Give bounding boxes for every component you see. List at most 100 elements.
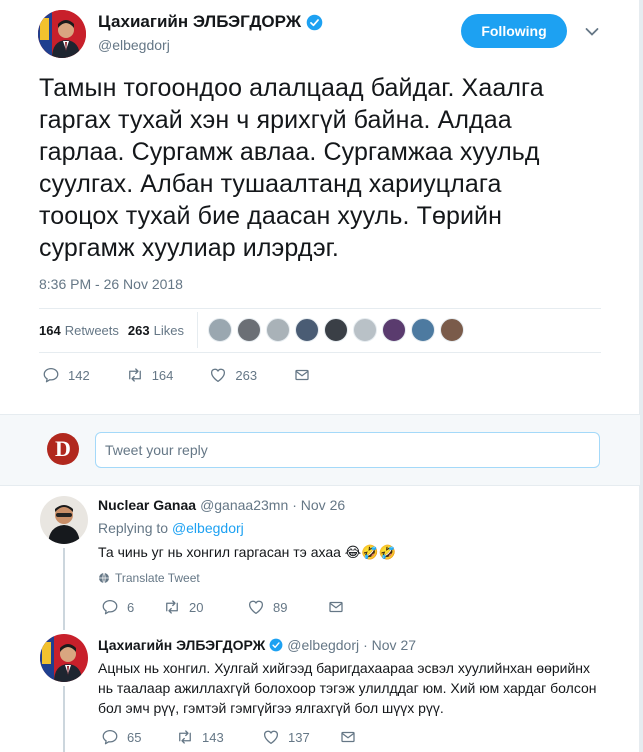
reply-author-name[interactable]: Цахиагийн ЭЛБЭГДОРЖ: [98, 637, 265, 653]
retweets-label: Retweets: [64, 322, 119, 338]
replying-to: Replying to @elbegdorj: [98, 518, 244, 538]
reply-icon: [43, 367, 59, 383]
reply-button[interactable]: 65: [101, 728, 176, 746]
chevron-down-icon: [585, 28, 599, 36]
divider: [39, 352, 601, 353]
heart-icon: [248, 600, 264, 615]
retweets-stat[interactable]: 164 Retweets: [39, 323, 119, 338]
reply-tweet[interactable]: Цахиагийн ЭЛБЭГДОРЖ @elbegdorj · Nov 27 …: [0, 620, 640, 752]
like-count: 89: [273, 599, 288, 615]
like-count: 263: [235, 367, 258, 383]
reply-text: Та чинь уг нь хонгил гаргасан тэ ахаа 😂🤣…: [98, 544, 397, 560]
reply-text: Ацных нь хонгил. Хулгай хийгээд баригдах…: [98, 658, 618, 718]
reply-count: 65: [127, 729, 142, 745]
retweet-count: 143: [202, 729, 224, 745]
retweets-count: 164: [39, 322, 61, 338]
reply-button[interactable]: 6: [101, 598, 163, 616]
reply-text-line: Ацных нь хонгил. Хулгай хийгээд баригдах…: [98, 660, 591, 676]
reply-count: 142: [68, 367, 90, 383]
globe-icon: [99, 572, 109, 584]
reply-count: 6: [127, 599, 135, 615]
verified-badge-icon: [269, 638, 283, 652]
tweet-timestamp[interactable]: 8:36 PM - 26 Nov 2018: [39, 276, 183, 292]
retweet-button[interactable]: 164: [126, 366, 174, 384]
tweet-text-line: тооцох тухай бие даасан хууль. Төрийн: [39, 202, 503, 230]
tweet-text-line: гарлаа. Сургамж авлаа. Сургамжаа хуульд: [39, 138, 540, 166]
tweet-actions: 142 164 263: [42, 366, 347, 384]
author-name-block: Цахиагийн ЭЛБЭГДОРЖ @elbegdorj: [98, 12, 323, 53]
thread-line: [63, 620, 65, 630]
thread-line: [63, 686, 65, 752]
liker-avatar[interactable]: [381, 318, 406, 342]
like-button[interactable]: 89: [247, 598, 327, 616]
reply-icon: [102, 729, 118, 745]
liker-avatar[interactable]: [294, 318, 319, 342]
translate-tweet-link[interactable]: Translate Tweet: [98, 571, 200, 585]
direct-message-button[interactable]: [339, 728, 357, 746]
more-options-button[interactable]: [582, 22, 602, 42]
direct-message-button[interactable]: [293, 366, 311, 384]
replying-to-prefix: Replying to: [98, 520, 169, 536]
liker-avatar[interactable]: [323, 318, 348, 342]
reply-author-handle[interactable]: @elbegdorj: [287, 637, 359, 653]
tweet-text-line: суулгах. Албан тушаалтанд хариуцлага: [39, 170, 502, 198]
reply-button[interactable]: 142: [42, 366, 90, 384]
retweet-button[interactable]: 20: [163, 598, 247, 616]
liker-avatars: [207, 318, 464, 342]
reply-actions: 6 20 89: [101, 598, 345, 616]
retweet-count: 20: [189, 599, 204, 615]
direct-message-button[interactable]: [327, 598, 345, 616]
liker-avatar[interactable]: [410, 318, 435, 342]
retweet-count: 164: [151, 367, 174, 383]
reply-avatar[interactable]: [40, 634, 88, 682]
likes-label: Likes: [153, 322, 184, 338]
like-button[interactable]: 263: [209, 366, 257, 384]
tweet-text: Тамын тогоондоо алалцаад байдаг. Хаалга …: [39, 72, 599, 264]
following-button[interactable]: Following: [461, 14, 567, 48]
replying-to-mention[interactable]: @elbegdorj: [172, 520, 244, 536]
liker-avatar[interactable]: [207, 318, 232, 342]
author-name[interactable]: Цахиагийн ЭЛБЭГДОРЖ: [98, 12, 301, 32]
like-count: 137: [288, 729, 310, 745]
reply-header: Nuclear Ganaa @ganaa23mn · Nov 26: [98, 497, 345, 513]
reply-avatar[interactable]: [40, 496, 88, 544]
liker-avatar[interactable]: [439, 318, 464, 342]
envelope-icon: [329, 601, 343, 613]
reply-date[interactable]: · Nov 26: [292, 497, 345, 513]
reply-author-name[interactable]: Nuclear Ganaa: [98, 497, 196, 513]
tweet-text-line: гаргах тухай хэн ч ярихгүй байна. Алдаа: [39, 106, 512, 134]
divider: [39, 308, 601, 309]
heart-icon: [211, 368, 226, 383]
reply-date[interactable]: · Nov 27: [363, 637, 416, 653]
tweet-reply-input[interactable]: Tweet your reply: [95, 432, 600, 468]
verified-badge-icon: [306, 14, 323, 30]
likes-stat[interactable]: 263 Likes: [128, 323, 184, 338]
reply-text-line: бол эмч рүү, гэмтэй гэмгүйгээ ялгахгүй б…: [98, 700, 444, 716]
liker-avatar[interactable]: [236, 318, 261, 342]
liker-avatar[interactable]: [352, 318, 377, 342]
reply-actions: 65 143 137: [101, 728, 357, 746]
retweet-icon: [179, 730, 191, 744]
author-avatar[interactable]: [38, 10, 86, 58]
tweet-stats: 164 Retweets 263 Likes: [39, 312, 579, 348]
retweet-button[interactable]: 143: [176, 728, 262, 746]
reply-header: Цахиагийн ЭЛБЭГДОРЖ @elbegdorj · Nov 27: [98, 637, 416, 653]
stats-separator: [196, 312, 198, 348]
envelope-icon: [341, 731, 355, 743]
reply-author-handle[interactable]: @ganaa23mn: [200, 497, 288, 513]
heart-icon: [263, 730, 279, 745]
retweet-icon: [128, 368, 141, 382]
liker-avatar[interactable]: [265, 318, 290, 342]
envelope-icon: [295, 369, 309, 381]
tweet-header: Цахиагийн ЭЛБЭГДОРЖ @elbegdorj Following: [38, 10, 608, 58]
tweet-text-line: Тамын тогоондоо алалцаад байдаг. Хаалга: [39, 74, 544, 102]
reply-tweet[interactable]: Nuclear Ganaa @ganaa23mn · Nov 26 Replyi…: [0, 486, 640, 620]
reply-text-line: нь таалаар ажиллахгүй болохоор тэгэж ули…: [98, 680, 597, 696]
thread-line: [63, 548, 65, 620]
like-button[interactable]: 137: [262, 728, 339, 746]
translate-tweet-label: Translate Tweet: [115, 571, 200, 585]
likes-count: 263: [127, 322, 150, 338]
author-handle[interactable]: @elbegdorj: [98, 37, 323, 53]
current-user-avatar[interactable]: D: [47, 433, 79, 465]
retweet-icon: [166, 600, 178, 614]
